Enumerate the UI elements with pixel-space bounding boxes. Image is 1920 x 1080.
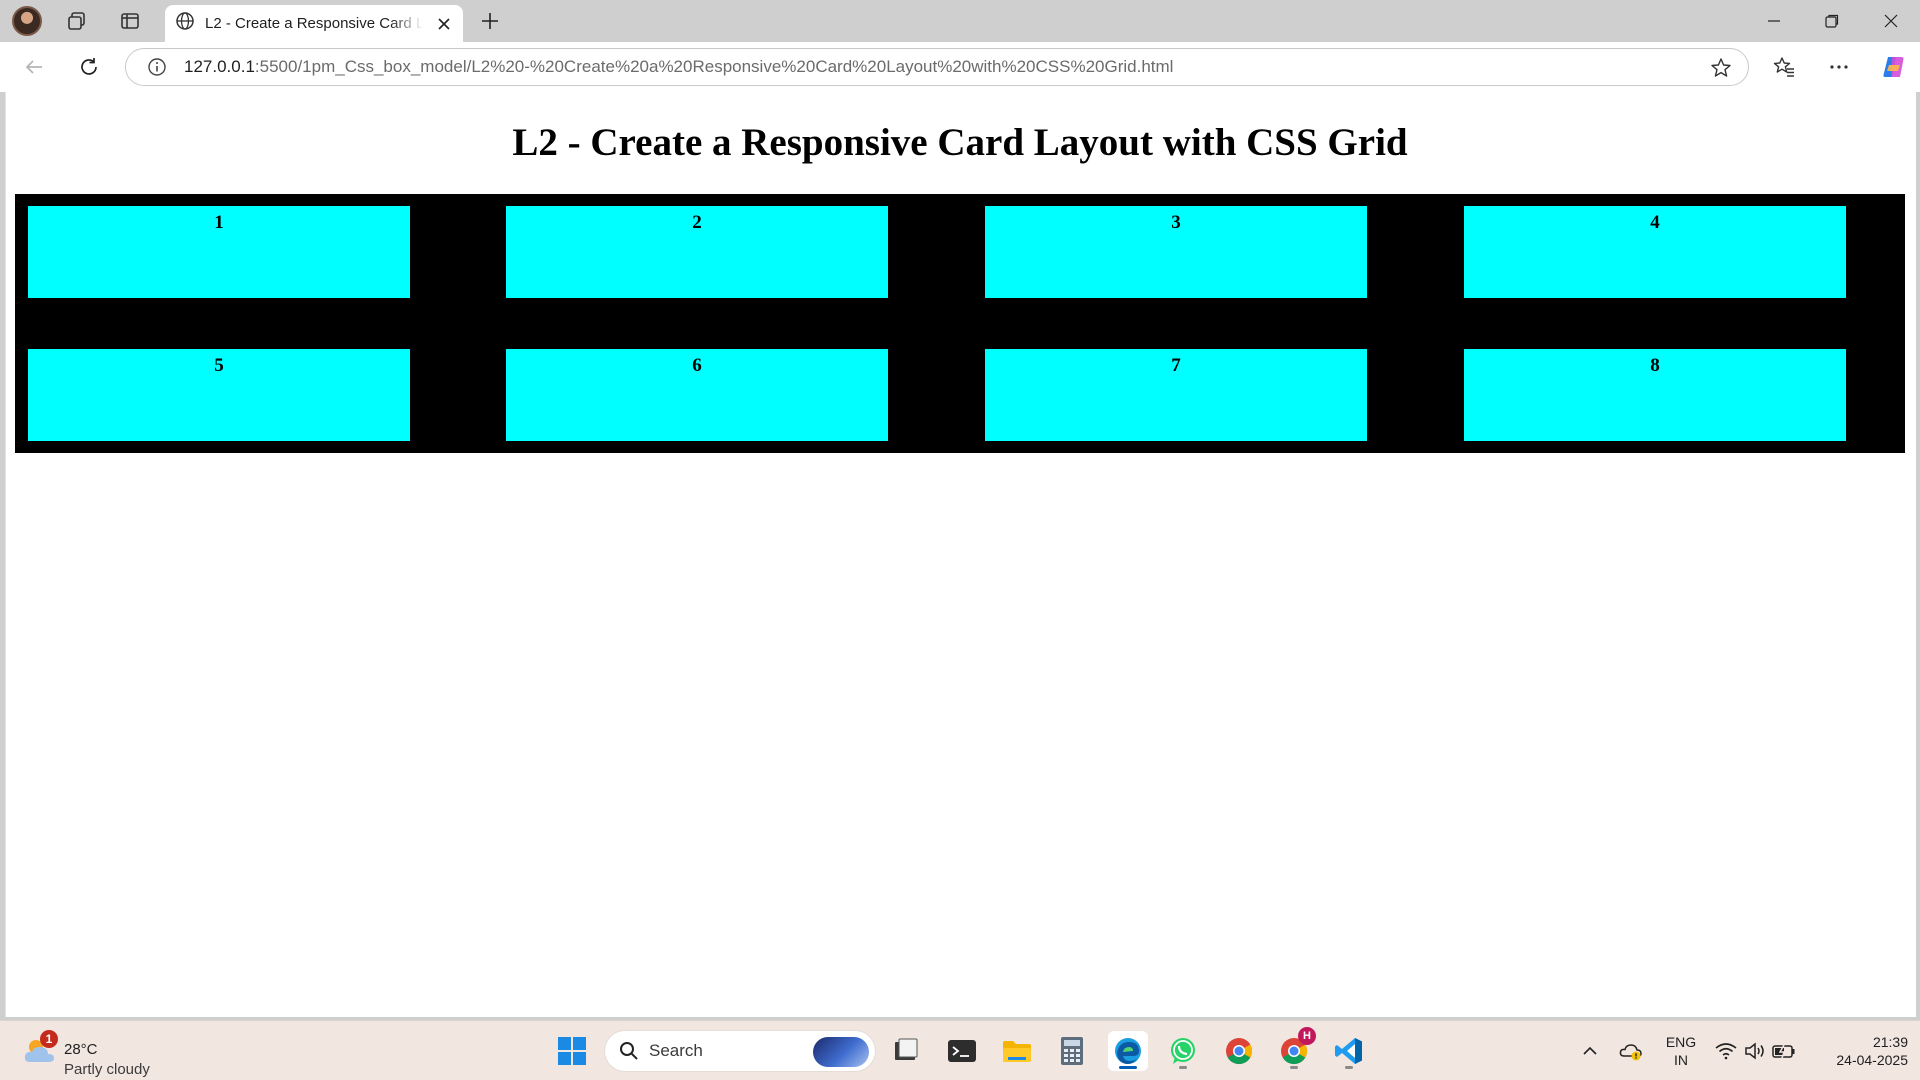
clock-time: 21:39 [1872, 1034, 1908, 1050]
url-host: 127.0.0.1 [184, 57, 255, 76]
region-code: IN [1674, 1052, 1688, 1068]
copilot-icon[interactable] [1876, 49, 1912, 85]
chevron-up-icon[interactable] [1573, 1031, 1607, 1071]
running-indicator [1345, 1066, 1353, 1069]
card-2: 2 [506, 206, 888, 298]
search-icon [619, 1041, 639, 1061]
tab-title: L2 - Create a Responsive Card Layout wit… [205, 15, 423, 32]
windows-start-icon[interactable] [552, 1031, 592, 1071]
search-highlight-icon [813, 1037, 869, 1067]
card-8: 8 [1464, 349, 1846, 441]
onedrive-warning-icon[interactable] [1614, 1031, 1648, 1071]
browser-toolbar: 127.0.0.1:5500/1pm_Css_box_model/L2%20-%… [0, 42, 1920, 92]
vscode-icon[interactable] [1329, 1031, 1369, 1071]
tab-active[interactable]: L2 - Create a Responsive Card Layout wit… [165, 5, 463, 42]
active-indicator [1119, 1066, 1137, 1069]
workspaces-icon[interactable] [58, 4, 96, 38]
browser-tab-bar: L2 - Create a Responsive Card Layout wit… [0, 0, 1920, 42]
star-icon[interactable] [1708, 55, 1734, 81]
terminal-icon[interactable] [942, 1031, 982, 1071]
taskbar: 1 28°C Partly cloudy Search H ENG IN 21:… [0, 1020, 1920, 1080]
edge-icon[interactable] [1108, 1031, 1148, 1071]
favorites-icon[interactable] [1766, 49, 1802, 85]
card-4: 4 [1464, 206, 1846, 298]
card-grid: 1 2 3 4 5 6 7 8 [15, 194, 1905, 453]
file-explorer-window-icon[interactable] [886, 1031, 926, 1071]
url-path: :5500/1pm_Css_box_model/L2%20-%20Create%… [254, 57, 1174, 76]
close-icon[interactable] [433, 13, 455, 35]
card-7: 7 [985, 349, 1367, 441]
card-5: 5 [28, 349, 410, 441]
clock[interactable]: 21:39 24-04-2025 [1808, 1033, 1908, 1069]
whatsapp-icon[interactable] [1163, 1031, 1203, 1071]
plus-icon[interactable] [472, 6, 508, 36]
weather-widget[interactable]: 1 28°C Partly cloudy [22, 1030, 162, 1078]
page-title: L2 - Create a Responsive Card Layout wit… [512, 121, 1408, 164]
url-text: 127.0.0.1:5500/1pm_Css_box_model/L2%20-%… [184, 57, 1173, 77]
info-icon[interactable] [143, 53, 171, 81]
chrome-icon[interactable] [1219, 1031, 1259, 1071]
weather-badge: 1 [40, 1030, 58, 1048]
back-arrow-icon[interactable] [16, 49, 52, 85]
card-1: 1 [28, 206, 410, 298]
weather-temp: 28°C [64, 1041, 98, 1058]
weather-desc: Partly cloudy [64, 1061, 150, 1078]
restore-icon[interactable] [1803, 0, 1861, 42]
profile-avatar[interactable] [12, 6, 42, 36]
taskbar-search[interactable]: Search [604, 1030, 876, 1072]
chrome-profile-icon[interactable]: H [1274, 1027, 1316, 1071]
calculator-icon[interactable] [1052, 1031, 1092, 1071]
card-3: 3 [985, 206, 1367, 298]
folder-icon[interactable] [997, 1031, 1037, 1071]
running-indicator [1290, 1066, 1298, 1069]
battery-icon[interactable] [1770, 1031, 1798, 1071]
volume-icon[interactable] [1741, 1031, 1769, 1071]
wifi-icon[interactable] [1712, 1031, 1740, 1071]
search-label: Search [649, 1041, 703, 1060]
tab-actions-icon[interactable] [111, 4, 149, 38]
clock-date: 24-04-2025 [1836, 1052, 1908, 1068]
more-icon[interactable] [1821, 49, 1857, 85]
refresh-icon[interactable] [71, 49, 107, 85]
running-indicator [1179, 1066, 1187, 1069]
card-6: 6 [506, 349, 888, 441]
language-indicator[interactable]: ENG IN [1660, 1033, 1702, 1069]
close-window-icon[interactable] [1862, 0, 1920, 42]
profile-badge: H [1298, 1027, 1316, 1045]
address-bar[interactable]: 127.0.0.1:5500/1pm_Css_box_model/L2%20-%… [125, 48, 1749, 86]
globe-icon [175, 11, 195, 36]
minimize-icon[interactable] [1745, 0, 1803, 42]
lang-code: ENG [1665, 1034, 1697, 1050]
